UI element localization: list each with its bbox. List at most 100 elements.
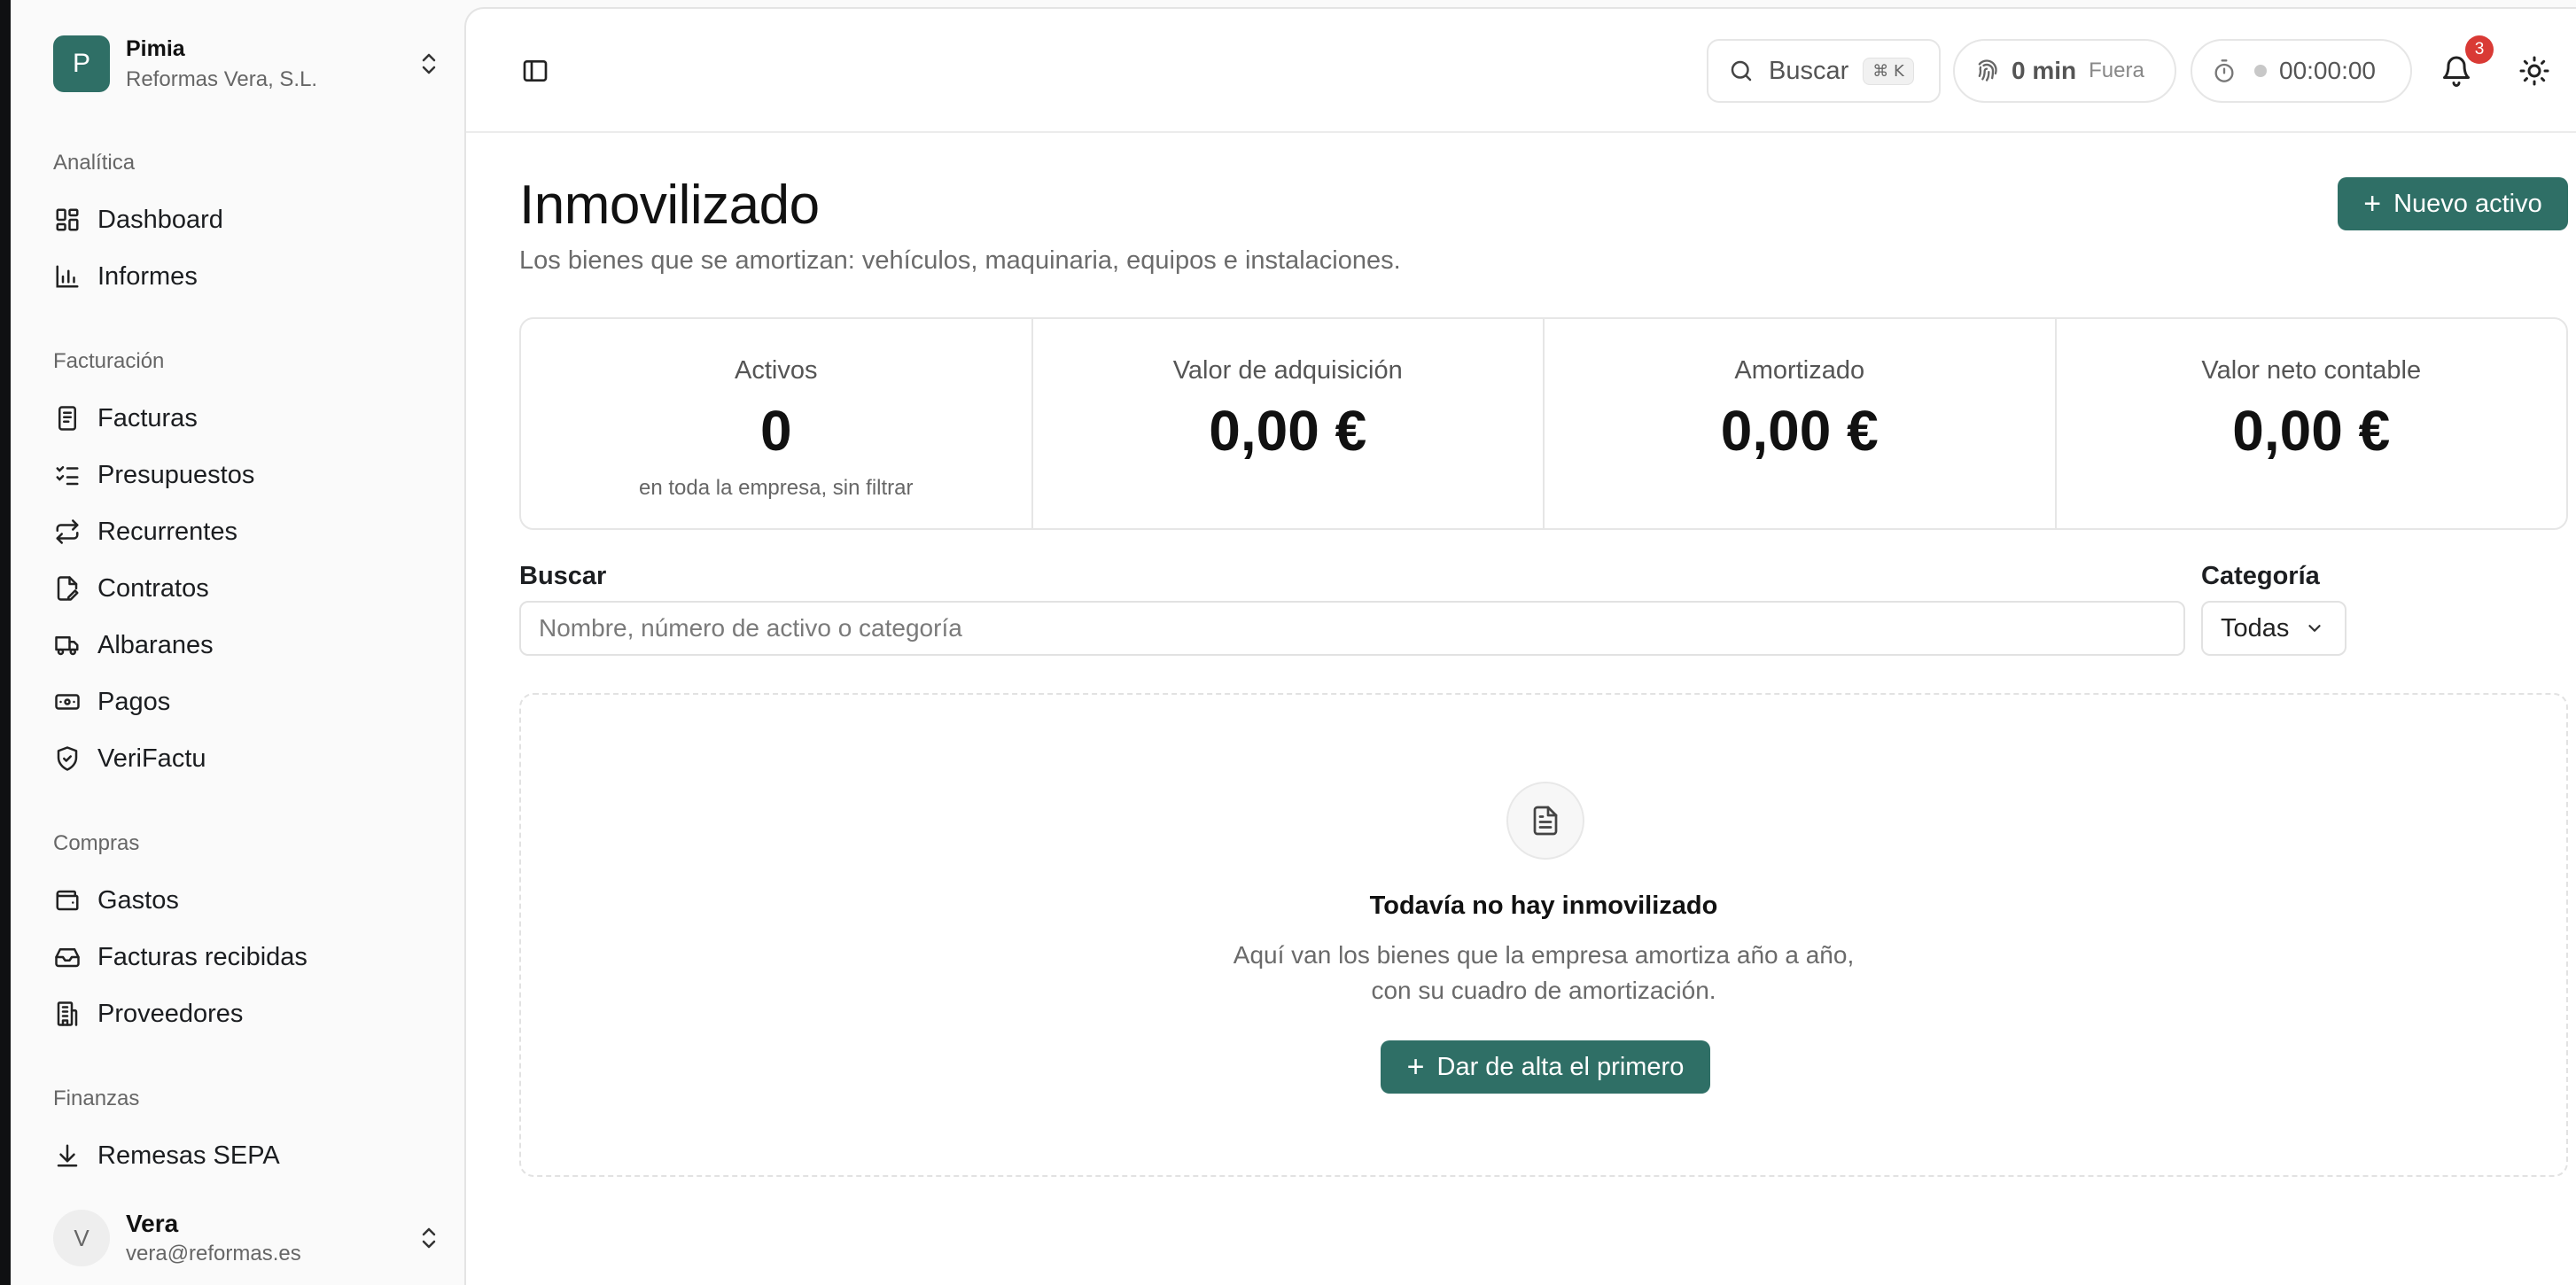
user-name: Vera [126, 1210, 179, 1237]
search-field-label: Buscar [519, 562, 607, 590]
section-label-compras: Compras [53, 831, 140, 855]
category-select[interactable]: Todas [2201, 601, 2346, 656]
search-shortcut: ⌘ K [1863, 57, 1914, 85]
user-email: vera@reformas.es [126, 1242, 301, 1266]
repeat-icon [53, 518, 82, 546]
time-status: Fuera [2089, 58, 2144, 82]
stat-amortizado: Amortizado 0,00 € [1545, 319, 2057, 528]
empty-description-line: Aquí van los bienes que la empresa amort… [1233, 941, 1855, 969]
sidebar-item-label: Facturas recibidas [97, 942, 307, 971]
empty-description: Aquí van los bienes que la empresa amort… [521, 938, 2566, 1009]
dashboard-icon [53, 206, 82, 234]
sidebar-item-label: Gastos [97, 885, 179, 915]
empty-title: Todavía no hay inmovilizado [1369, 892, 1718, 920]
plus-icon: + [2363, 187, 2382, 221]
sidebar-item-label: Remesas SEPA [97, 1141, 280, 1170]
stat-value: 0,00 € [1720, 399, 1879, 463]
sidebar-item-albaranes[interactable]: Albaranes [53, 620, 443, 670]
add-first-asset-label: Dar de alta el primero [1436, 1052, 1685, 1081]
topbar: Buscar ⌘ K 0 min Fuera 00:00:00 3 [466, 9, 2576, 133]
sidebar-item-dashboard[interactable]: Dashboard [53, 195, 443, 245]
wallet-icon [53, 886, 82, 915]
timer-status-dot [2254, 65, 2267, 77]
stat-label: Valor neto contable [2201, 356, 2422, 385]
asset-search-input[interactable] [519, 601, 2185, 656]
plus-icon: + [1406, 1050, 1425, 1084]
app-window: P Pimia Reformas Vera, S.L. Analítica Da… [11, 0, 2576, 1285]
avatar: V [53, 1210, 110, 1266]
sidebar-item-verifactu[interactable]: VeriFactu [53, 734, 443, 783]
sidebar-item-label: Informes [97, 261, 198, 291]
file-pen-icon [53, 574, 82, 603]
workspace-company: Reformas Vera, S.L. [126, 66, 318, 91]
stat-activos: Activos 0 en toda la empresa, sin filtra… [521, 319, 1033, 528]
stat-valor-neto: Valor neto contable 0,00 € [2057, 319, 2567, 528]
sidebar-item-informes[interactable]: Informes [53, 252, 443, 301]
banknote-icon [53, 688, 82, 716]
chevron-down-icon [2305, 619, 2324, 638]
section-label-analitica: Analítica [53, 151, 136, 175]
timer-button[interactable]: 00:00:00 [2191, 39, 2412, 103]
bell-icon [2443, 56, 2470, 87]
section-label-finanzas: Finanzas [53, 1086, 140, 1110]
stat-label: Amortizado [1734, 356, 1865, 385]
time-tracking-button[interactable]: 0 min Fuera [1953, 39, 2176, 103]
sidebar-item-label: VeriFactu [97, 744, 206, 773]
section-label-facturacion: Facturación [53, 349, 165, 373]
sidebar-item-label: Presupuestos [97, 460, 255, 489]
search-icon [1731, 60, 1752, 82]
stopwatch-icon [2214, 59, 2234, 82]
global-search-button[interactable]: Buscar ⌘ K [1707, 39, 1941, 103]
sidebar-item-label: Pagos [97, 687, 171, 716]
sidebar-item-recurrentes[interactable]: Recurrentes [53, 507, 443, 557]
notifications-badge: 3 [2465, 35, 2494, 64]
sidebar-item-pagos[interactable]: Pagos [53, 677, 443, 727]
stat-label: Valor de adquisición [1172, 356, 1403, 385]
sidebar-item-remesas-sepa[interactable]: Remesas SEPA [53, 1131, 443, 1180]
timer-value: 00:00:00 [2279, 57, 2376, 84]
stats-card: Activos 0 en toda la empresa, sin filtra… [519, 317, 2568, 530]
new-asset-label: Nuevo activo [2393, 189, 2542, 218]
chevrons-up-down-icon [415, 1220, 443, 1256]
sidebar-item-label: Contratos [97, 573, 209, 603]
add-first-asset-button[interactable]: + Dar de alta el primero [1381, 1040, 1710, 1094]
sidebar-item-gastos[interactable]: Gastos [53, 876, 443, 925]
category-field-label: Categoría [2201, 562, 2320, 590]
checklist-icon [53, 461, 82, 489]
sidebar: P Pimia Reformas Vera, S.L. Analítica Da… [11, 0, 464, 1285]
sidebar-item-label: Recurrentes [97, 517, 237, 546]
stat-value: 0,00 € [1209, 399, 1367, 463]
download-icon [53, 1141, 82, 1170]
sidebar-item-contratos[interactable]: Contratos [53, 564, 443, 613]
invoice-icon [53, 404, 82, 432]
document-icon [1506, 782, 1584, 860]
new-asset-button[interactable]: + Nuevo activo [2338, 177, 2568, 230]
stat-valor-adquisicion: Valor de adquisición 0,00 € [1033, 319, 1545, 528]
inbox-icon [53, 943, 82, 971]
sidebar-item-facturas-recibidas[interactable]: Facturas recibidas [53, 932, 443, 982]
shield-check-icon [53, 744, 82, 773]
building-icon [53, 1000, 82, 1028]
user-menu[interactable]: V Vera vera@reformas.es [53, 1205, 443, 1271]
sidebar-item-label: Facturas [97, 403, 198, 432]
page-subtitle: Los bienes que se amortizan: vehículos, … [519, 246, 1401, 275]
category-value: Todas [2221, 613, 2290, 642]
sidebar-item-presupuestos[interactable]: Presupuestos [53, 450, 443, 500]
bar-chart-icon [53, 262, 82, 291]
sidebar-item-proveedores[interactable]: Proveedores [53, 989, 443, 1039]
chevrons-up-down-icon [415, 46, 443, 82]
search-label: Buscar [1769, 56, 1849, 85]
sidebar-item-label: Albaranes [97, 630, 214, 659]
stat-note: en toda la empresa, sin filtrar [639, 476, 914, 500]
workspace-switcher[interactable]: P Pimia Reformas Vera, S.L. [53, 34, 443, 94]
sidebar-item-facturas[interactable]: Facturas [53, 393, 443, 443]
panel-left-icon [523, 60, 548, 82]
theme-toggle-button[interactable] [2517, 53, 2552, 89]
time-value: 0 min [2012, 57, 2077, 84]
fingerprint-icon [1978, 59, 1997, 82]
sun-icon [2519, 56, 2549, 86]
stat-label: Activos [735, 356, 818, 385]
workspace-name: Pimia [126, 35, 185, 61]
empty-description-line: con su cuadro de amortización. [1371, 977, 1716, 1004]
sidebar-toggle-button[interactable] [519, 55, 551, 87]
